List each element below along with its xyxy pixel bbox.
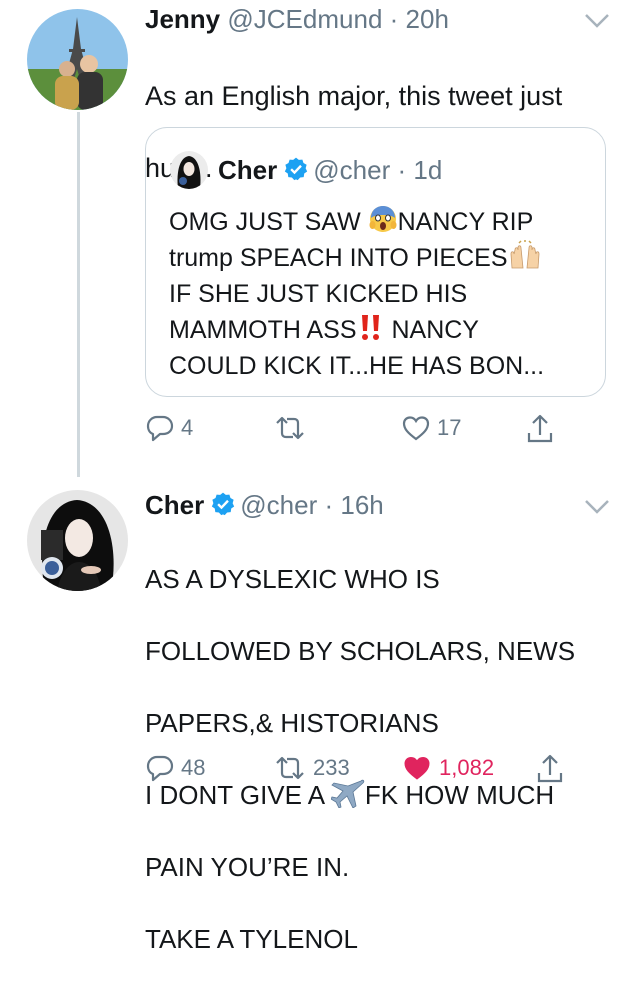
retweet-button[interactable]: 233 xyxy=(273,753,350,783)
quoted-text-fragment: MAMMOTH ASS xyxy=(169,316,357,344)
reply-icon xyxy=(146,415,174,442)
tweet-text-line: AS A DYSLEXIC WHO IS xyxy=(145,564,440,594)
reply-button[interactable]: 4 xyxy=(145,413,193,443)
retweet-icon xyxy=(276,756,304,780)
tweet-timestamp[interactable]: 20h xyxy=(406,4,449,34)
raising-hands-emoji-icon xyxy=(510,240,539,269)
quoted-text-line: trump SPEACH INTO PIECES xyxy=(169,240,599,276)
quoted-tweet-header: Cher @cher · 1d xyxy=(218,155,442,185)
quoted-text-line: COULD KICK IT...HE HAS BON... xyxy=(169,352,545,380)
chevron-down-icon[interactable] xyxy=(583,498,611,516)
like-count: 17 xyxy=(437,415,462,440)
share-button[interactable] xyxy=(535,753,565,785)
retweet-button[interactable] xyxy=(273,413,313,443)
quoted-text-line: IF SHE JUST KICKED HIS xyxy=(169,280,468,308)
reply-count: 4 xyxy=(181,415,194,440)
double-exclamation-emoji-icon xyxy=(361,315,379,340)
author-handle[interactable]: @JCEdmund xyxy=(227,4,382,34)
author-handle[interactable]: @cher xyxy=(240,490,317,520)
like-button[interactable]: 1,082 xyxy=(401,753,494,783)
avatar-jenny[interactable] xyxy=(27,9,128,110)
tweet-actions-bar: 4 17 xyxy=(145,413,575,449)
reply-count: 48 xyxy=(181,755,206,780)
tweet-header: Cher @cher · 16h xyxy=(145,490,384,520)
tweet-timestamp[interactable]: 16h xyxy=(340,490,383,520)
reply-icon xyxy=(146,755,174,782)
heart-icon xyxy=(402,416,430,441)
quoted-tweet-text: OMG JUST SAW NANCY RIP trump SPEACH INTO… xyxy=(169,204,599,384)
avatar-cher[interactable] xyxy=(27,490,128,591)
tweet-text-line: TAKE A TYLENOL xyxy=(145,924,358,954)
separator-dot: · xyxy=(324,490,334,520)
quoted-author-handle[interactable]: @cher xyxy=(313,155,390,185)
thread-connector-line xyxy=(77,112,80,477)
quoted-text-fragment: NANCY RIP xyxy=(397,208,534,236)
heart-icon xyxy=(404,756,430,780)
tweet-text-line: PAIN YOU’RE IN. xyxy=(145,852,350,882)
quoted-text-line: OMG JUST SAW NANCY RIP xyxy=(169,204,599,240)
screaming-face-emoji-icon xyxy=(369,206,397,232)
avatar-cher-small xyxy=(170,151,208,189)
separator-dot: · xyxy=(397,155,407,185)
quoted-timestamp[interactable]: 1d xyxy=(413,155,442,185)
quoted-author-name[interactable]: Cher xyxy=(218,155,277,185)
retweet-count: 233 xyxy=(313,755,350,780)
separator-dot: · xyxy=(389,4,399,34)
tweet-header: Jenny @JCEdmund · 20h xyxy=(145,4,449,34)
quoted-tweet-card[interactable]: Cher @cher · 1d OMG JUST SAW NANCY RIP t… xyxy=(145,127,606,397)
tweet-text-line: FOLLOWED BY SCHOLARS, NEWS xyxy=(145,636,576,666)
author-name[interactable]: Cher xyxy=(145,490,204,520)
quoted-text-line: MAMMOTH ASS NANCY xyxy=(169,312,599,348)
share-button[interactable] xyxy=(525,413,555,445)
like-count: 1,082 xyxy=(439,755,495,780)
share-icon xyxy=(527,414,553,443)
tweet-text-line: As an English major, this tweet just xyxy=(145,81,563,111)
tweet-actions-bar: 48 233 1,082 xyxy=(145,753,575,789)
like-button[interactable]: 17 xyxy=(401,413,461,443)
quoted-text-fragment: OMG JUST SAW xyxy=(169,208,368,236)
quoted-text-fragment: trump SPEACH INTO PIECES xyxy=(169,244,508,272)
chevron-down-icon[interactable] xyxy=(583,12,611,30)
share-icon xyxy=(537,754,563,783)
verified-badge-icon xyxy=(212,492,235,516)
verified-badge-icon xyxy=(285,157,308,181)
tweet-text-line: PAPERS,& HISTORIANS xyxy=(145,708,439,738)
retweet-icon xyxy=(276,416,304,440)
reply-button[interactable]: 48 xyxy=(145,753,205,783)
quoted-text-fragment: NANCY xyxy=(384,316,479,344)
author-name[interactable]: Jenny xyxy=(145,4,220,34)
